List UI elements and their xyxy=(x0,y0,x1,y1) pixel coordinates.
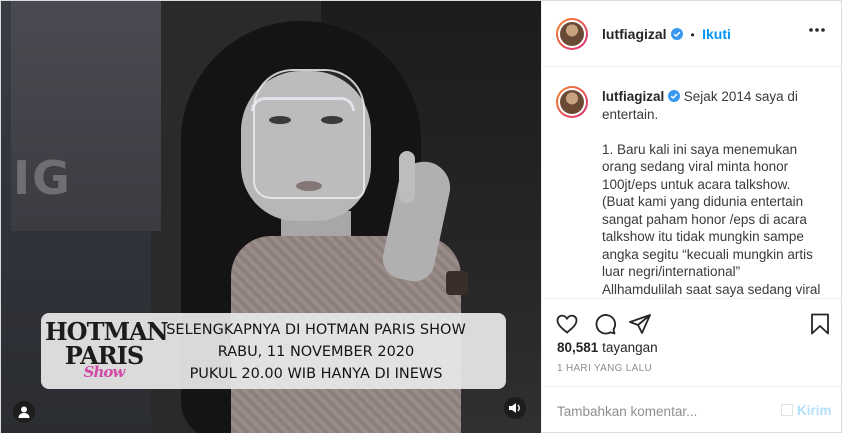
follow-button[interactable]: Ikuti xyxy=(702,26,731,42)
banner-line-3: PUKUL 20.00 WIB HANYA DI INEWS xyxy=(189,366,443,382)
user-icon xyxy=(18,406,30,418)
instagram-post: IG HOTMAN PARIS Show SELENGKAPNYA DI HOT… xyxy=(0,0,842,433)
post-header: lutfiagizal • Ikuti xyxy=(542,1,842,67)
caption-paragraph-1: 1. Baru kali ini saya menemukan orang se… xyxy=(602,141,798,192)
send-button[interactable]: Kirim xyxy=(797,403,832,418)
logo-line-3: Show xyxy=(83,363,126,381)
avatar-image xyxy=(560,22,584,46)
share-icon[interactable] xyxy=(628,312,652,336)
posted-time[interactable]: 1 HARI YANG LALU xyxy=(557,363,652,374)
comment-input[interactable] xyxy=(557,401,757,421)
speaker-icon xyxy=(509,403,520,413)
post-side-panel: lutfiagizal • Ikuti lutfiagizal Sejak 20… xyxy=(541,1,842,433)
caption-paragraph-3: Allhamdulilah saat saya sedang viral “an… xyxy=(602,281,821,297)
comment-icon[interactable] xyxy=(593,312,617,336)
caption-avatar[interactable] xyxy=(556,86,588,118)
caption-avatar-image xyxy=(560,90,584,114)
views-label: tayangan xyxy=(602,340,658,355)
video-player[interactable]: IG HOTMAN PARIS Show SELENGKAPNYA DI HOT… xyxy=(1,1,541,433)
avatar[interactable] xyxy=(556,18,588,50)
banner-line-2: RABU, 11 NOVEMBER 2020 xyxy=(217,344,415,360)
banner-line-1: SELENGKAPNYA DI HOTMAN PARIS SHOW xyxy=(166,322,466,338)
show-logo: HOTMAN PARIS Show xyxy=(45,317,169,389)
views-count[interactable]: 80,581 tayangan xyxy=(557,340,658,355)
views-number: 80,581 xyxy=(557,340,599,355)
caption-first-line: lutfiagizal Sejak 2014 saya di entertain… xyxy=(602,88,827,123)
person-watch xyxy=(446,271,468,295)
mute-button[interactable] xyxy=(504,397,526,419)
banner-text: SELENGKAPNYA DI HOTMAN PARIS SHOW RABU, … xyxy=(161,319,471,385)
emoji-icon[interactable] xyxy=(781,404,793,416)
header-user-line: lutfiagizal • Ikuti xyxy=(602,26,731,44)
comment-bar: Kirim xyxy=(542,386,842,433)
background-sign-text: IG xyxy=(13,151,72,205)
bookmark-icon[interactable] xyxy=(808,312,832,336)
caption-username[interactable]: lutfiagizal xyxy=(602,89,664,104)
person-finger xyxy=(399,151,415,203)
caption-verified-badge-icon xyxy=(668,90,681,102)
heart-icon[interactable] xyxy=(555,312,579,336)
caption-area: lutfiagizal Sejak 2014 saya di entertain… xyxy=(542,68,842,298)
header-separator: • xyxy=(690,28,695,42)
tagged-users-button[interactable] xyxy=(13,401,35,423)
verified-badge-icon xyxy=(671,28,684,40)
face-shield xyxy=(253,69,365,199)
caption-text: lutfiagizal Sejak 2014 saya di entertain… xyxy=(602,88,827,298)
more-options-icon[interactable] xyxy=(808,27,826,33)
caption-paragraph-2: (Buat kami yang didunia entertain sangat… xyxy=(602,194,813,279)
header-username[interactable]: lutfiagizal xyxy=(602,26,667,42)
